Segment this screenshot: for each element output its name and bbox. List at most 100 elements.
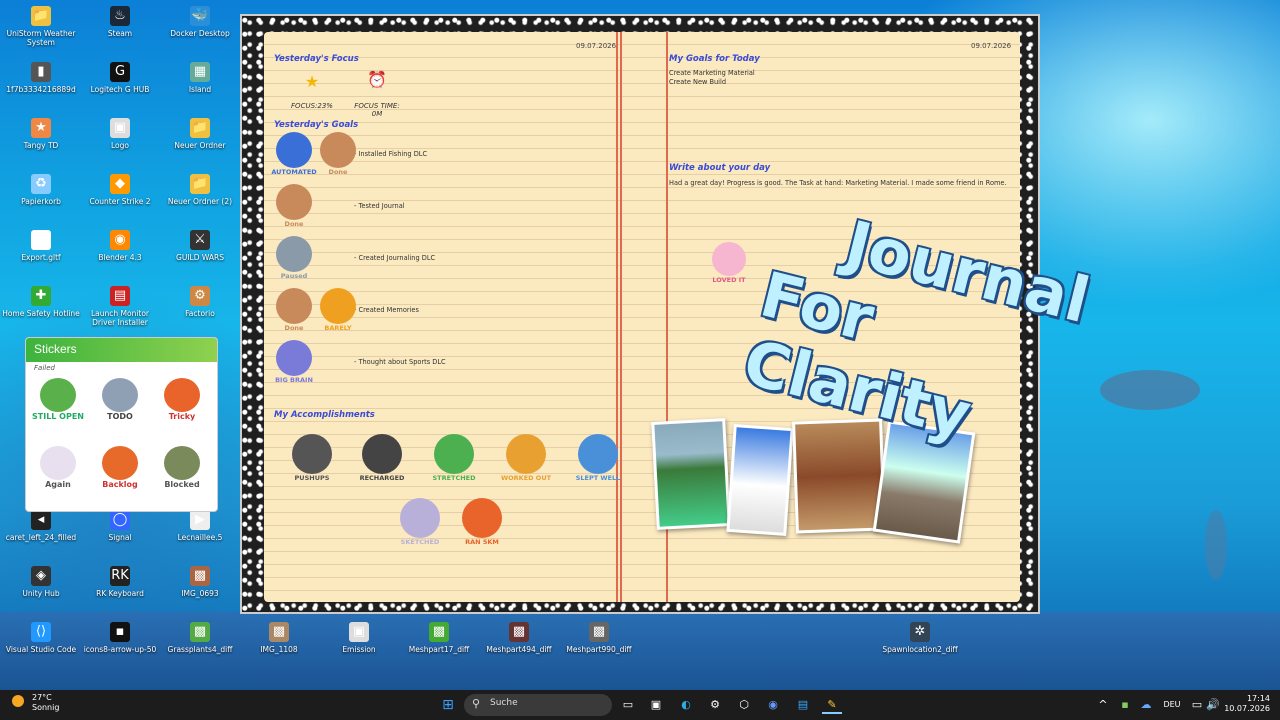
journal-app-icon[interactable]: ✎ [822,696,842,714]
tray-chevron-icon[interactable]: ^ [1096,696,1110,714]
accomplishment-sticker[interactable]: RECHARGED [354,434,410,482]
sticker-image [40,446,76,480]
desktop-icon[interactable]: 📁 Neuer Ordner (2) [161,174,239,230]
desktop-icon[interactable]: ▩ Meshpart990_diff [560,622,638,678]
language-indicator[interactable]: DEU [1160,696,1184,714]
task-view-icon[interactable]: ▭ [618,696,638,714]
wallpaper-fish [1205,510,1227,580]
accomplishment-label: RAN 5KM [465,538,499,546]
desktop-icon[interactable]: ♻ Papierkorb [2,174,80,230]
desktop-file-icon: ▩ [509,622,529,642]
tray-cloud-icon[interactable]: ☁ [1139,696,1153,714]
desktop-icon[interactable]: ▩ Meshpart494_diff [480,622,558,678]
desktop-icon[interactable]: ◉ Blender 4.3 [81,230,159,286]
goal-sticker-label: Paused [280,272,308,280]
desktop-icon[interactable]: 📁 Neuer Ordner [161,118,239,174]
desktop-app-icon: 📁 [31,6,51,26]
windows-start-icon[interactable]: ⊞ [438,696,458,714]
goal-item[interactable]: - Tested Journal [354,202,405,211]
desktop-app-icon: 📁 [190,118,210,138]
desktop-icon-label: caret_left_24_filled [5,533,77,542]
sticker-option[interactable]: Again [32,446,84,489]
clock-icon: ⏰ [367,70,387,89]
desktop-icon[interactable]: G Logitech G HUB [81,62,159,118]
desktop-app-icon: ⚙ [190,286,210,306]
today-goal-item[interactable]: Create Marketing Material [669,69,755,78]
desktop-icon[interactable]: ▦ Island [161,62,239,118]
sticker-option[interactable]: Tricky [156,378,208,421]
desktop-icon[interactable]: ▩ IMG_0693 [161,566,239,622]
goal-sticker: BIG BRAIN [268,340,320,384]
weather-desc: Sonnig [32,703,60,712]
desktop-app-icon: RK [110,566,130,586]
desktop-icon-label: GUILD WARS [176,253,224,262]
memory-photo[interactable] [651,418,731,530]
desktop-icon[interactable]: ⚙ Factorio [161,286,239,342]
desktop-icon[interactable]: ▩ Grassplants4_diff [161,622,239,678]
goal-item[interactable]: - Created Journaling DLC [354,254,435,263]
desktop-app-icon: ▦ [190,62,210,82]
desktop-icon[interactable]: 📁 UniStorm Weather System [2,6,80,62]
memory-photo[interactable] [726,424,794,536]
desktop-icon[interactable]: ◯ Signal [81,510,159,566]
desktop-icon[interactable]: ♨ Steam [81,6,159,62]
desktop-icon[interactable]: RK RK Keyboard [81,566,159,622]
desktop-app-icon: ▩ [190,566,210,586]
volume-icon[interactable]: 🔊 [1206,696,1220,714]
desktop-icon-label: icons8-arrow-up-50 [83,645,157,654]
unity-icon[interactable]: ⬡ [734,696,754,714]
desktop-icon[interactable]: ✲ Spawnlocation2_diff [880,622,960,678]
accomplishment-label: STRETCHED [432,474,476,482]
write-heading: Write about your day [669,163,771,173]
sticker-option[interactable]: TODO [94,378,146,421]
desktop-icon[interactable]: ⟨⟩ Visual Studio Code [2,622,80,678]
desktop-icon[interactable]: ▣ Emission [320,622,398,678]
desktop-icon[interactable]: ▤ Launch Monitor Driver Installer [81,286,159,342]
accomplishment-label: SKETCHED [400,538,440,546]
desktop-icon[interactable]: ▪ icons8-arrow-up-50 [81,622,159,678]
desktop-icon[interactable]: ▯ Export.gltf [2,230,80,286]
accomplishment-sticker[interactable]: SKETCHED [392,498,448,546]
accomplishment-sticker[interactable]: PUSHUPS [284,434,340,482]
accomplishment-sticker[interactable]: WORKED OUT [498,434,554,482]
discord-icon[interactable]: ◉ [763,696,783,714]
sticker-option[interactable]: Backlog [94,446,146,489]
desktop-app-icon: 📁 [190,174,210,194]
desktop-icon-label: Home Safety Hotline [2,309,80,318]
desktop-icon[interactable]: 🐳 Docker Desktop [161,6,239,62]
explorer-icon[interactable]: ▤ [793,696,813,714]
accomplishment-sticker[interactable]: RAN 5KM [454,498,510,546]
desktop-icon[interactable]: ✚ Home Safety Hotline [2,286,80,342]
edge-icon[interactable]: ◐ [676,696,696,714]
desktop-file-icon: ▩ [269,622,289,642]
network-icon[interactable]: ▭ [1190,696,1204,714]
settings-gear-icon[interactable]: ⚙ [705,696,725,714]
sticker-option[interactable]: STILL OPEN [32,378,84,421]
desktop-icon-label: Logitech G HUB [90,85,150,94]
stickers-widget[interactable]: Stickers Failed STILL OPEN TODO Tricky Agai… [25,337,218,512]
sticker-option[interactable]: Blocked [156,446,208,489]
accomplishment-sticker[interactable]: STRETCHED [426,434,482,482]
desktop-icon[interactable]: ▩ IMG_1108 [240,622,318,678]
day-entry-text[interactable]: Had a great day! Progress is good. The T… [669,179,1019,188]
taskbar-search[interactable]: ⚲ Suche [464,694,612,716]
weather-widget[interactable]: 27°C Sonnig [32,693,59,713]
goal-item[interactable]: - Thought about Sports DLC [354,358,446,367]
desktop-icon[interactable]: ▣ Logo [81,118,159,174]
desktop-icon[interactable]: ▮ 1f7b3334216889d [2,62,80,118]
desktop-icon[interactable]: ▩ Meshpart17_diff [400,622,478,678]
desktop-icon[interactable]: ◈ Unity Hub [2,566,80,622]
sun-icon [12,695,24,707]
clock[interactable]: 17:14 10.07.2026 [1224,694,1270,714]
desktop-icon[interactable]: ▶ Lecnaillee.5 [161,510,239,566]
today-goal-item[interactable]: Create New Build [669,78,726,87]
goal-item[interactable]: - Installed Fishing DLC [354,150,427,159]
desktop-icon[interactable]: ★ Tangy TD [2,118,80,174]
weather-temp: 27°C [32,693,52,702]
desktop-icon[interactable]: ⚔ GUILD WARS [161,230,239,286]
tray-app-icon[interactable]: ▪ [1118,696,1132,714]
desktop-icon[interactable]: ◆ Counter Strike 2 [81,174,159,230]
terminal-icon[interactable]: ▣ [646,696,666,714]
accomplishment-sticker[interactable]: SLEPT WELL [570,434,626,482]
desktop-icon[interactable]: ◂ caret_left_24_filled [2,510,80,566]
